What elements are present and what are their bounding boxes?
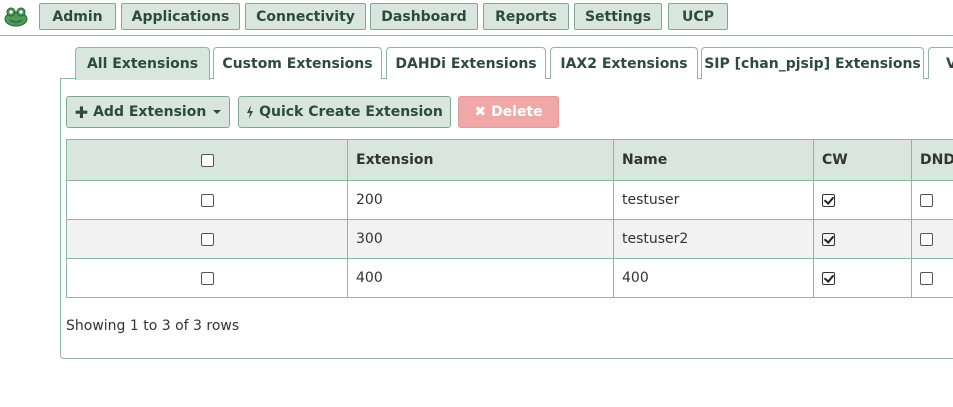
extension-cell: 200 xyxy=(347,180,614,220)
row-select-checkbox[interactable] xyxy=(200,193,214,207)
row-select-cell xyxy=(66,180,348,220)
nav-ucp[interactable]: UCP xyxy=(668,3,728,30)
quick-create-label: Quick Create Extension xyxy=(259,104,443,120)
cw-checked-icon xyxy=(822,271,835,285)
close-icon: ✖ xyxy=(474,104,487,120)
pagination-info: Showing 1 to 3 of 3 rows xyxy=(66,318,240,334)
dnd-cell xyxy=(911,219,953,259)
freepbx-logo-icon[interactable] xyxy=(3,5,29,27)
tab-virtual-extensions[interactable]: V xyxy=(928,47,953,79)
cw-checked-icon xyxy=(822,193,835,207)
nav-settings[interactable]: Settings xyxy=(574,3,662,30)
nav-reports[interactable]: Reports xyxy=(483,3,569,30)
add-extension-label: Add Extension xyxy=(93,104,207,120)
tab-iax2-extensions[interactable]: IAX2 Extensions xyxy=(550,47,698,79)
nav-applications[interactable]: Applications xyxy=(121,3,240,30)
tab-dahdi-extensions[interactable]: DAHDi Extensions xyxy=(386,47,546,79)
dnd-unchecked-icon xyxy=(920,232,933,246)
nav-admin[interactable]: Admin xyxy=(39,3,116,30)
nav-dashboard[interactable]: Dashboard xyxy=(370,3,478,30)
name-cell: testuser xyxy=(613,180,814,220)
row-select-checkbox[interactable] xyxy=(200,271,214,285)
column-header-name[interactable]: Name xyxy=(613,139,814,181)
dnd-cell xyxy=(911,180,953,220)
table-row: 400 400 xyxy=(66,258,953,298)
extension-cell: 300 xyxy=(347,219,614,259)
caret-down-icon xyxy=(213,110,222,114)
cw-cell xyxy=(813,180,912,220)
add-extension-button[interactable]: ✚ Add Extension xyxy=(66,96,230,128)
dnd-unchecked-icon xyxy=(920,193,933,207)
row-select-cell xyxy=(66,258,348,298)
select-all-header xyxy=(66,139,348,181)
tab-all-extensions[interactable]: All Extensions xyxy=(75,47,210,80)
name-cell: 400 xyxy=(613,258,814,298)
cw-cell xyxy=(813,258,912,298)
dnd-cell xyxy=(911,258,953,298)
row-select-cell xyxy=(66,219,348,259)
bolt-icon xyxy=(247,105,254,119)
table-row: 200 testuser xyxy=(66,180,953,220)
table-header-row: Extension Name CW DND xyxy=(66,139,953,181)
dnd-unchecked-icon xyxy=(920,271,933,285)
tab-sip-pjsip-extensions[interactable]: SIP [chan_pjsip] Extensions xyxy=(701,47,924,79)
cw-cell xyxy=(813,219,912,259)
delete-button[interactable]: ✖ Delete xyxy=(458,96,559,128)
quick-create-extension-button[interactable]: Quick Create Extension xyxy=(238,96,451,128)
select-all-checkbox[interactable] xyxy=(200,153,214,167)
top-navigation: Admin Applications Connectivity Dashboar… xyxy=(0,0,953,36)
row-select-checkbox[interactable] xyxy=(200,232,214,246)
column-header-extension[interactable]: Extension xyxy=(347,139,614,181)
column-header-cw[interactable]: CW xyxy=(813,139,912,181)
cw-checked-icon xyxy=(822,232,835,246)
tab-custom-extensions[interactable]: Custom Extensions xyxy=(213,47,382,79)
delete-label: Delete xyxy=(491,104,543,120)
name-cell: testuser2 xyxy=(613,219,814,259)
plus-icon: ✚ xyxy=(74,102,89,122)
table-row: 300 testuser2 xyxy=(66,219,953,259)
nav-connectivity[interactable]: Connectivity xyxy=(245,3,366,30)
extension-cell: 400 xyxy=(347,258,614,298)
extensions-table: Extension Name CW DND 200 testuser 300 t… xyxy=(66,139,953,298)
column-header-dnd[interactable]: DND xyxy=(911,139,953,181)
